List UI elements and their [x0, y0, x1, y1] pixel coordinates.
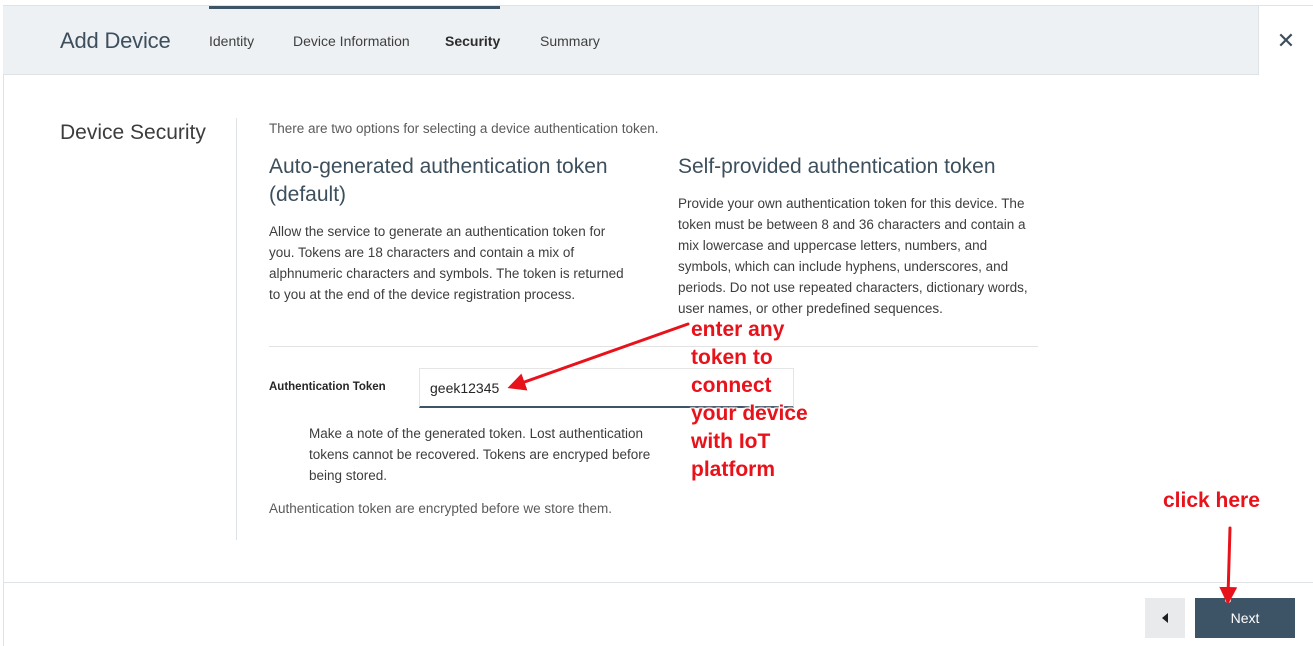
annotation-line: your device: [691, 402, 808, 425]
annotation-line: enter any: [691, 318, 785, 341]
vertical-divider: [236, 118, 237, 540]
tab-security[interactable]: Security: [445, 33, 500, 49]
token-note: Make a note of the generated token. Lost…: [309, 423, 669, 486]
tab-summary[interactable]: Summary: [540, 33, 600, 49]
section-title: Device Security: [60, 121, 206, 144]
modal-header: Add Device Identity Device Information S…: [3, 5, 1313, 75]
horizontal-divider: [269, 346, 1038, 347]
annotation-line: connect: [691, 374, 772, 397]
chevron-left-icon: [1162, 613, 1168, 623]
auto-token-description: Allow the service to generate an authent…: [269, 221, 624, 305]
modal-title: Add Device: [60, 28, 171, 53]
add-device-modal: Add Device Identity Device Information S…: [0, 0, 1313, 646]
note-line: being stored.: [309, 468, 388, 483]
auto-token-heading-line: (default): [269, 183, 347, 206]
close-button[interactable]: ✕: [1258, 6, 1313, 75]
close-icon: ✕: [1276, 27, 1296, 53]
tab-identity[interactable]: Identity: [209, 33, 254, 49]
click-here-annotation: click here: [1163, 489, 1260, 512]
auto-token-heading-line: Auto-generated authentication token: [269, 155, 608, 178]
modal-frame: [3, 5, 1313, 646]
auto-token-heading: Auto-generated authentication token (def…: [269, 153, 608, 209]
self-token-heading: Self-provided authentication token: [678, 155, 996, 178]
description-line: Allow the service to generate an authent…: [269, 224, 606, 239]
next-button[interactable]: Next: [1195, 598, 1295, 638]
encryption-footnote: Authentication token are encrypted befor…: [269, 501, 612, 516]
intro-text: There are two options for selecting a de…: [269, 121, 659, 136]
active-tab-indicator: [209, 6, 500, 9]
description-line: token must be between 8 and 36 character…: [678, 217, 1026, 232]
footer-divider: [3, 582, 1313, 583]
tab-device-information[interactable]: Device Information: [293, 33, 410, 49]
authentication-token-label: Authentication Token: [269, 381, 386, 393]
note-line: Make a note of the generated token. Lost…: [309, 426, 643, 441]
description-line: symbols, which can include hyphens, unde…: [678, 259, 1009, 274]
annotation-line: with IoT: [691, 430, 771, 453]
token-annotation: enter any token to connect your device w…: [691, 316, 808, 484]
note-line: tokens cannot be recovered. Tokens are e…: [309, 447, 651, 462]
description-line: to you at the end of the device registra…: [269, 287, 576, 302]
annotation-line: platform: [691, 458, 775, 481]
annotation-line: token to: [691, 346, 773, 369]
description-line: periods. Do not use repeated characters,…: [678, 280, 1028, 295]
description-line: mix lowercase and uppercase letters, num…: [678, 238, 988, 253]
self-token-description: Provide your own authentication token fo…: [678, 193, 1028, 319]
description-line: Provide your own authentication token fo…: [678, 196, 1025, 211]
description-line: alphnumeric characters and symbols. The …: [269, 266, 624, 281]
back-button[interactable]: [1145, 598, 1185, 638]
description-line: you. Tokens are 18 characters and contai…: [269, 245, 575, 260]
